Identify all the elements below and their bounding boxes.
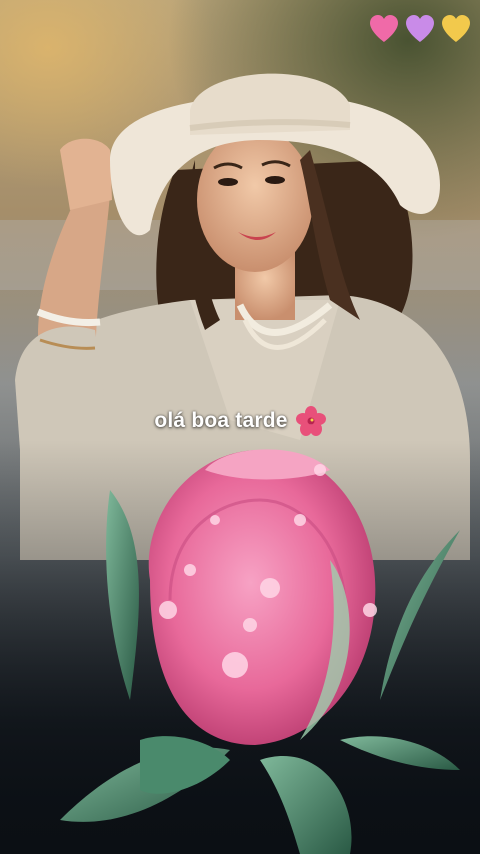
hibiscus-icon (295, 406, 326, 436)
heart-purple-shape (406, 15, 434, 42)
heart-icon (442, 15, 470, 42)
heart-icon (370, 15, 398, 42)
heart-row (368, 14, 472, 44)
heart-pink-shape (370, 15, 398, 42)
heart-yellow-shape (442, 15, 470, 42)
heart-icon (406, 15, 434, 42)
greeting-caption: olá boa tarde (0, 406, 480, 436)
greeting-text: olá boa tarde (154, 409, 288, 432)
